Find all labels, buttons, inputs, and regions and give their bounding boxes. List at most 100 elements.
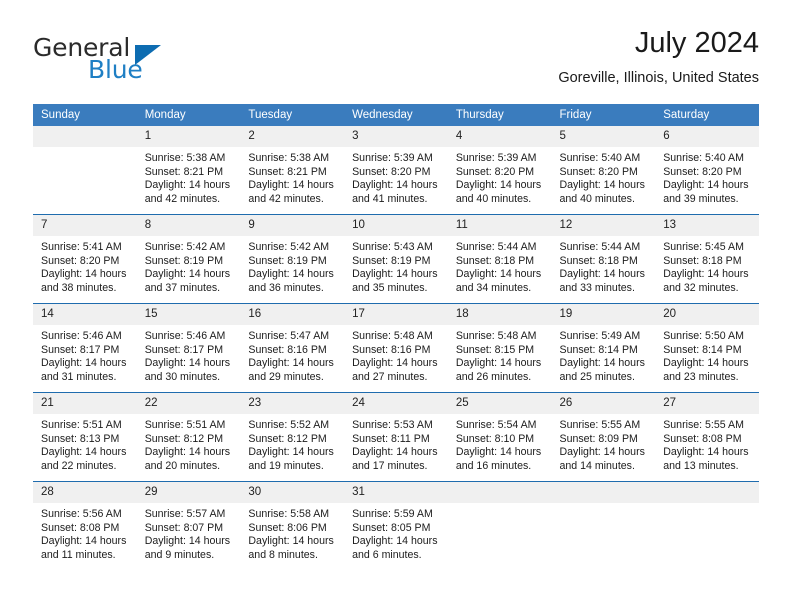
day-cell-inner: 8 Sunrise: 5:42 AM Sunset: 8:19 PM Daylight…	[136, 215, 241, 303]
day-detail-line: Sunrise: 5:48 AM	[455, 330, 537, 342]
day-sun-details: Sunrise: 5:39 AM Sunset: 8:20 PM Daylight:…	[448, 147, 552, 206]
day-detail-line: Sunset: 8:14 PM	[559, 343, 638, 356]
day-cell[interactable]: 10 Sunrise: 5:43 AM Sunset: 8:19 PM Dayligh…	[344, 214, 448, 304]
day-cell-inner: 1 Sunrise: 5:38 AM Sunset: 8:21 PM Daylight…	[136, 126, 241, 214]
day-number: 24	[344, 393, 448, 414]
day-detail-line: Sunrise: 5:38 AM	[248, 152, 330, 164]
day-cell-empty	[655, 481, 759, 570]
day-cell-inner: 5 Sunrise: 5:40 AM Sunset: 8:20 PM Daylight…	[551, 126, 656, 214]
day-detail-line: Sunset: 8:18 PM	[559, 254, 638, 267]
day-cell-inner	[551, 482, 656, 570]
calendar-header-row: Sunday Monday Tuesday Wednesday Thursday Frid…	[33, 104, 759, 126]
day-detail-line: Sunrise: 5:52 AM	[248, 419, 330, 431]
day-cell[interactable]: 29 Sunrise: 5:57 AM Sunset: 8:07 PM Dayligh…	[136, 481, 241, 570]
day-sun-details: Sunrise: 5:59 AM Sunset: 8:05 PM Daylight:…	[344, 503, 448, 562]
day-cell[interactable]: 4 Sunrise: 5:39 AM Sunset: 8:20 PM Daylight…	[447, 126, 552, 215]
day-number: 31	[344, 482, 448, 503]
day-detail-line: Sunset: 8:13 PM	[41, 432, 120, 445]
day-cell[interactable]: 2 Sunrise: 5:38 AM Sunset: 8:21 PM Daylight…	[240, 126, 345, 215]
day-detail-line: and 6 minutes.	[352, 548, 422, 561]
day-cell-inner: 15 Sunrise: 5:46 AM Sunset: 8:17 PM Dayligh…	[136, 304, 241, 392]
day-detail-line: Daylight: 14 hours	[248, 535, 334, 548]
day-number: 19	[551, 304, 656, 325]
day-cell-inner: 10 Sunrise: 5:43 AM Sunset: 8:19 PM Dayligh…	[344, 215, 448, 303]
day-cell[interactable]: 6 Sunrise: 5:40 AM Sunset: 8:20 PM Daylight…	[655, 126, 759, 215]
day-number	[33, 126, 137, 147]
day-cell[interactable]: 13 Sunrise: 5:45 AM Sunset: 8:18 PM Dayligh…	[655, 214, 759, 304]
day-detail-line: Sunset: 8:20 PM	[559, 165, 638, 178]
day-cell[interactable]: 14 Sunrise: 5:46 AM Sunset: 8:17 PM Dayligh…	[33, 303, 137, 393]
day-cell[interactable]: 8 Sunrise: 5:42 AM Sunset: 8:19 PM Daylight…	[136, 214, 241, 304]
day-cell[interactable]: 12 Sunrise: 5:44 AM Sunset: 8:18 PM Dayligh…	[551, 214, 656, 304]
day-cell[interactable]: 21 Sunrise: 5:51 AM Sunset: 8:13 PM Dayligh…	[33, 392, 137, 482]
calendar-week-row: 28 Sunrise: 5:56 AM Sunset: 8:08 PM Dayligh…	[33, 481, 759, 570]
day-detail-line: Sunrise: 5:39 AM	[352, 152, 433, 164]
day-cell[interactable]: 18 Sunrise: 5:48 AM Sunset: 8:15 PM Dayligh…	[447, 303, 552, 393]
day-cell[interactable]: 31 Sunrise: 5:59 AM Sunset: 8:05 PM Dayligh…	[344, 481, 448, 570]
day-cell-inner: 14 Sunrise: 5:46 AM Sunset: 8:17 PM Dayligh…	[33, 304, 137, 392]
day-detail-line: Daylight: 14 hours	[455, 357, 542, 370]
day-cell[interactable]: 19 Sunrise: 5:49 AM Sunset: 8:14 PM Dayligh…	[551, 303, 656, 393]
day-cell[interactable]: 1 Sunrise: 5:38 AM Sunset: 8:21 PM Daylight…	[136, 126, 241, 215]
day-cell[interactable]: 7 Sunrise: 5:41 AM Sunset: 8:20 PM Daylight…	[33, 214, 137, 304]
day-sun-details: Sunrise: 5:55 AM Sunset: 8:08 PM Daylight:…	[655, 414, 759, 473]
weekday-header-monday: Monday	[136, 104, 241, 126]
day-detail-line: Daylight: 14 hours	[663, 179, 749, 192]
day-cell-inner	[655, 482, 759, 570]
day-cell[interactable]: 23 Sunrise: 5:52 AM Sunset: 8:12 PM Dayligh…	[240, 392, 345, 482]
day-detail-line: Sunset: 8:19 PM	[144, 254, 224, 267]
day-sun-details: Sunrise: 5:51 AM Sunset: 8:13 PM Daylight:…	[33, 414, 137, 473]
day-cell[interactable]: 3 Sunrise: 5:39 AM Sunset: 8:20 PM Daylight…	[344, 126, 448, 215]
day-detail-line: Daylight: 14 hours	[352, 357, 438, 370]
day-detail-line: Sunset: 8:07 PM	[144, 521, 224, 534]
day-cell[interactable]: 16 Sunrise: 5:47 AM Sunset: 8:16 PM Dayligh…	[240, 303, 345, 393]
day-detail-line: Daylight: 14 hours	[455, 446, 542, 459]
day-cell[interactable]: 11 Sunrise: 5:44 AM Sunset: 8:18 PM Dayligh…	[447, 214, 552, 304]
day-detail-line: and 40 minutes.	[455, 192, 532, 205]
day-detail-line: Sunrise: 5:51 AM	[144, 419, 226, 431]
day-detail-line: and 23 minutes.	[663, 370, 739, 383]
day-number: 22	[136, 393, 241, 414]
day-detail-line: Sunset: 8:14 PM	[663, 343, 742, 356]
day-cell[interactable]: 28 Sunrise: 5:56 AM Sunset: 8:08 PM Dayligh…	[33, 481, 137, 570]
day-detail-line: and 27 minutes.	[352, 370, 428, 383]
day-cell[interactable]: 26 Sunrise: 5:55 AM Sunset: 8:09 PM Dayligh…	[551, 392, 656, 482]
day-cell[interactable]: 25 Sunrise: 5:54 AM Sunset: 8:10 PM Dayligh…	[447, 392, 552, 482]
day-cell[interactable]: 20 Sunrise: 5:50 AM Sunset: 8:14 PM Dayligh…	[655, 303, 759, 393]
general-blue-logo[interactable]: General Blue	[33, 33, 243, 85]
day-detail-line: Sunset: 8:16 PM	[352, 343, 431, 356]
day-cell-inner: 31 Sunrise: 5:59 AM Sunset: 8:05 PM Dayligh…	[344, 482, 448, 570]
weekday-header-saturday: Saturday	[655, 104, 759, 126]
day-cell[interactable]: 17 Sunrise: 5:48 AM Sunset: 8:16 PM Dayligh…	[344, 303, 448, 393]
day-cell[interactable]: 27 Sunrise: 5:55 AM Sunset: 8:08 PM Dayligh…	[655, 392, 759, 482]
day-sun-details: Sunrise: 5:43 AM Sunset: 8:19 PM Daylight:…	[344, 236, 448, 295]
day-number: 9	[240, 215, 345, 236]
day-cell-inner: 6 Sunrise: 5:40 AM Sunset: 8:20 PM Daylight…	[655, 126, 759, 214]
day-number: 7	[33, 215, 137, 236]
day-detail-line: Sunset: 8:06 PM	[248, 521, 327, 534]
day-cell-inner: 11 Sunrise: 5:44 AM Sunset: 8:18 PM Dayligh…	[447, 215, 552, 303]
day-cell-inner: 7 Sunrise: 5:41 AM Sunset: 8:20 PM Daylight…	[33, 215, 137, 303]
day-cell[interactable]: 22 Sunrise: 5:51 AM Sunset: 8:12 PM Dayligh…	[136, 392, 241, 482]
day-cell-inner: 2 Sunrise: 5:38 AM Sunset: 8:21 PM Daylight…	[240, 126, 345, 214]
day-sun-details: Sunrise: 5:42 AM Sunset: 8:19 PM Daylight:…	[240, 236, 344, 295]
day-cell[interactable]: 24 Sunrise: 5:53 AM Sunset: 8:11 PM Dayligh…	[344, 392, 448, 482]
day-cell[interactable]: 9 Sunrise: 5:42 AM Sunset: 8:19 PM Daylight…	[240, 214, 345, 304]
day-detail-line: Sunrise: 5:47 AM	[248, 330, 330, 342]
day-cell-inner: 25 Sunrise: 5:54 AM Sunset: 8:10 PM Dayligh…	[447, 393, 552, 481]
day-detail-line: Sunrise: 5:44 AM	[455, 241, 537, 253]
day-number: 23	[240, 393, 345, 414]
day-cell[interactable]: 15 Sunrise: 5:46 AM Sunset: 8:17 PM Dayligh…	[136, 303, 241, 393]
day-number	[447, 482, 552, 503]
day-detail-line: Sunrise: 5:59 AM	[352, 508, 433, 520]
weekday-header-tuesday: Tuesday	[240, 104, 345, 126]
day-detail-line: Daylight: 14 hours	[144, 357, 231, 370]
day-cell[interactable]: 5 Sunrise: 5:40 AM Sunset: 8:20 PM Daylight…	[551, 126, 656, 215]
day-detail-line: Sunset: 8:20 PM	[352, 165, 431, 178]
weekday-header-wednesday: Wednesday	[344, 104, 448, 126]
day-number: 12	[551, 215, 656, 236]
day-detail-line: Daylight: 14 hours	[559, 446, 645, 459]
day-cell[interactable]: 30 Sunrise: 5:58 AM Sunset: 8:06 PM Dayligh…	[240, 481, 345, 570]
day-detail-line: Daylight: 14 hours	[663, 268, 749, 281]
day-cell-inner: 17 Sunrise: 5:48 AM Sunset: 8:16 PM Dayligh…	[344, 304, 448, 392]
